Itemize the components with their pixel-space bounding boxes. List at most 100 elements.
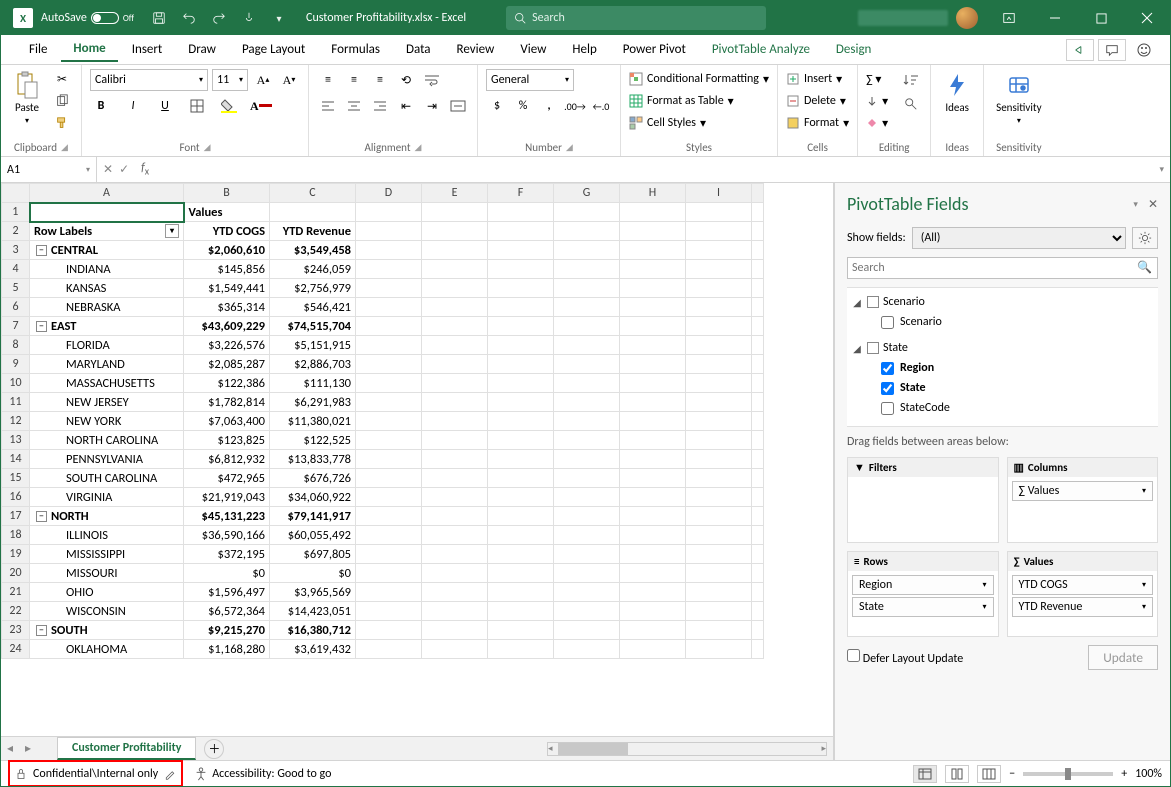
col-header-F[interactable]: F: [488, 184, 554, 203]
cell-C24[interactable]: $3,619,432: [270, 640, 356, 659]
cell-A13[interactable]: NORTH CAROLINA: [30, 431, 184, 450]
area-item-values[interactable]: ∑ Values▾: [1012, 481, 1154, 501]
cell-B13[interactable]: $123,825: [184, 431, 270, 450]
undo-icon[interactable]: [178, 7, 200, 29]
cell-G20[interactable]: [554, 564, 620, 583]
collapse-icon[interactable]: −: [36, 625, 47, 636]
cell-A24[interactable]: OKLAHOMA: [30, 640, 184, 659]
cell-E1[interactable]: [422, 203, 488, 222]
search-input[interactable]: [532, 11, 758, 25]
zoom-out-icon[interactable]: −: [1009, 767, 1015, 781]
cell-D21[interactable]: [356, 583, 422, 602]
decrease-indent-icon[interactable]: ⇤: [395, 95, 417, 117]
close-icon[interactable]: [1124, 1, 1170, 35]
cell-B12[interactable]: $7,063,400: [184, 412, 270, 431]
cell-F4[interactable]: [488, 260, 554, 279]
cell-styles-button[interactable]: Cell Styles ▾: [629, 113, 769, 133]
cell-I20[interactable]: [686, 564, 752, 583]
cell-E12[interactable]: [422, 412, 488, 431]
cell-I6[interactable]: [686, 298, 752, 317]
collapse-icon[interactable]: −: [36, 511, 47, 522]
cell-B19[interactable]: $372,195: [184, 545, 270, 564]
font-color-icon[interactable]: A: [250, 95, 272, 117]
cell-I5[interactable]: [686, 279, 752, 298]
cell-A20[interactable]: MISSOURI: [30, 564, 184, 583]
field-region[interactable]: Region: [851, 358, 1154, 378]
cell-A7[interactable]: −EAST: [30, 317, 184, 336]
cell-A17[interactable]: −NORTH: [30, 507, 184, 526]
row-header-15[interactable]: 15: [2, 469, 30, 488]
row-header-11[interactable]: 11: [2, 393, 30, 412]
area-rows[interactable]: ≡Rows Region▾ State▾: [847, 551, 999, 637]
dialog-launcher-icon[interactable]: ◢: [566, 142, 573, 153]
sensitivity-status[interactable]: Confidential\Internal only: [9, 761, 182, 786]
new-sheet-button[interactable]: ＋: [204, 739, 224, 759]
collapse-icon[interactable]: −: [36, 321, 47, 332]
cell-E16[interactable]: [422, 488, 488, 507]
cell-G12[interactable]: [554, 412, 620, 431]
field-state[interactable]: State: [851, 378, 1154, 398]
avatar[interactable]: [956, 7, 978, 29]
row-header-9[interactable]: 9: [2, 355, 30, 374]
row-header-19[interactable]: 19: [2, 545, 30, 564]
cell-H21[interactable]: [620, 583, 686, 602]
cell-I15[interactable]: [686, 469, 752, 488]
dialog-launcher-icon[interactable]: ◢: [61, 142, 68, 153]
cell-E23[interactable]: [422, 621, 488, 640]
cell-C23[interactable]: $16,380,712: [270, 621, 356, 640]
cell-H11[interactable]: [620, 393, 686, 412]
cell-F9[interactable]: [488, 355, 554, 374]
cell-E10[interactable]: [422, 374, 488, 393]
select-all-corner[interactable]: [2, 184, 30, 203]
collapse-icon[interactable]: −: [36, 245, 47, 256]
cell-E5[interactable]: [422, 279, 488, 298]
cell-B16[interactable]: $21,919,043: [184, 488, 270, 507]
cell-H15[interactable]: [620, 469, 686, 488]
align-bottom-icon[interactable]: ≡: [369, 69, 391, 91]
cell-C9[interactable]: $2,886,703: [270, 355, 356, 374]
scroll-thumb[interactable]: [558, 743, 628, 755]
increase-indent-icon[interactable]: ⇥: [421, 95, 443, 117]
cell-A9[interactable]: MARYLAND: [30, 355, 184, 374]
cell-F6[interactable]: [488, 298, 554, 317]
shrink-font-icon[interactable]: A▾: [278, 69, 300, 91]
cell-B3[interactable]: $2,060,610: [184, 241, 270, 260]
redo-icon[interactable]: [208, 7, 230, 29]
share-button[interactable]: [1066, 39, 1094, 61]
cell-H4[interactable]: [620, 260, 686, 279]
cell-A3[interactable]: −CENTRAL: [30, 241, 184, 260]
cell-E11[interactable]: [422, 393, 488, 412]
cell-H9[interactable]: [620, 355, 686, 374]
cell-I22[interactable]: [686, 602, 752, 621]
dialog-launcher-icon[interactable]: ◢: [204, 142, 211, 153]
col-header-I[interactable]: I: [686, 184, 752, 203]
cell-A15[interactable]: SOUTH CAROLINA: [30, 469, 184, 488]
cell-E6[interactable]: [422, 298, 488, 317]
cell-F16[interactable]: [488, 488, 554, 507]
cell-C20[interactable]: $0: [270, 564, 356, 583]
fill-color-icon[interactable]: [218, 95, 240, 117]
cell-I17[interactable]: [686, 507, 752, 526]
cell-D22[interactable]: [356, 602, 422, 621]
cell-C14[interactable]: $13,833,778: [270, 450, 356, 469]
cell-I16[interactable]: [686, 488, 752, 507]
area-item-cogs[interactable]: YTD COGS▾: [1012, 575, 1154, 595]
increase-decimal-icon[interactable]: .00→: [564, 95, 586, 117]
fields-search-input[interactable]: [847, 257, 1158, 279]
ribbon-options-icon[interactable]: [986, 1, 1032, 35]
cell-I21[interactable]: [686, 583, 752, 602]
cell-B11[interactable]: $1,782,814: [184, 393, 270, 412]
cell-A22[interactable]: WISCONSIN: [30, 602, 184, 621]
cell-I8[interactable]: [686, 336, 752, 355]
page-break-view-icon[interactable]: [977, 765, 1001, 783]
cell-G7[interactable]: [554, 317, 620, 336]
cell-G10[interactable]: [554, 374, 620, 393]
sheet-tab[interactable]: Customer Profitability: [57, 737, 196, 760]
cell-G8[interactable]: [554, 336, 620, 355]
row-header-6[interactable]: 6: [2, 298, 30, 317]
cell-D6[interactable]: [356, 298, 422, 317]
paste-button[interactable]: Paste ▾: [9, 69, 45, 128]
cell-G14[interactable]: [554, 450, 620, 469]
tab-draw[interactable]: Draw: [176, 38, 228, 61]
col-header-G[interactable]: G: [554, 184, 620, 203]
